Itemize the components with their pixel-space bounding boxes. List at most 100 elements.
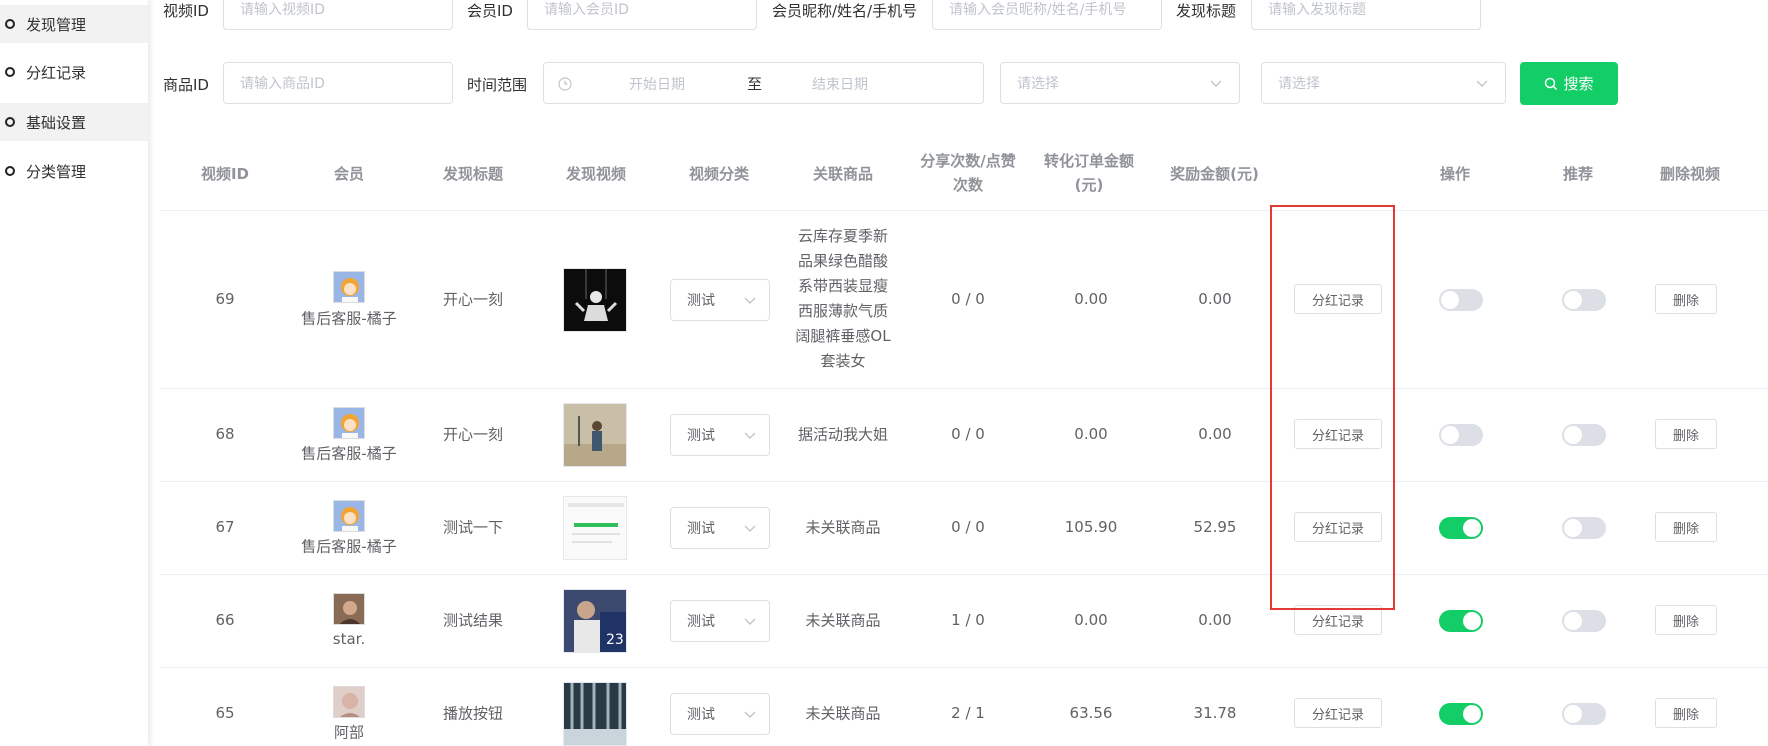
operation-switch[interactable] [1439,424,1483,446]
filter-select-2[interactable]: 请选择 [1261,62,1506,104]
title-input[interactable]: 请输入发现标题 [1251,0,1481,30]
category-select[interactable]: 测试 [670,279,770,321]
switch-knob [1564,426,1582,444]
product-line: 云库存夏季新 [797,227,889,245]
member-id-label: 会员ID [467,2,513,20]
placeholder: 请输入会员ID [544,2,629,18]
dividend-record-button[interactable]: 分红记录 [1294,512,1382,542]
switch-knob [1441,426,1459,444]
cell-video-id: 66 [215,611,235,629]
category-value: 测试 [687,521,715,537]
category-select[interactable]: 测试 [670,600,770,642]
category-select[interactable]: 测试 [670,507,770,549]
chevron-down-icon [744,432,756,439]
placeholder: 请选择 [1017,76,1059,92]
cell-share-like: 2 / 1 [951,704,985,722]
filter-select-1[interactable]: 请选择 [1000,62,1240,104]
category-select[interactable]: 测试 [670,693,770,735]
cell-title: 测试一下 [442,518,504,537]
delete-button[interactable]: 删除 [1655,419,1717,449]
recommend-switch[interactable] [1562,610,1606,632]
sidebar-item-label: 分类管理 [26,162,87,181]
cell-title: 播放按钮 [442,704,504,723]
delete-button[interactable]: 删除 [1655,512,1717,542]
date-separator: 至 [747,75,763,93]
sidebar-item-discovery[interactable]: 发现管理 [0,5,148,43]
cell-product: 未关联商品 [805,517,880,538]
cell-member-name: 售后客服-橘子 [301,444,397,463]
category-select[interactable]: 测试 [670,414,770,456]
row-divider [160,667,1768,668]
category-value: 测试 [687,428,715,444]
header-video: 发现视频 [565,165,626,183]
recommend-switch[interactable] [1562,424,1606,446]
circle-icon [5,166,15,176]
member-name-input[interactable]: 请输入会员昵称/姓名/手机号 [932,0,1162,30]
video-thumbnail[interactable]: 23 [563,589,627,653]
header-delete: 删除视频 [1659,165,1720,183]
recommend-switch[interactable] [1562,517,1606,539]
member-name-label: 会员昵称/姓名/手机号 [772,2,918,20]
row-divider [160,574,1768,575]
video-thumbnail[interactable] [563,403,627,467]
recommend-switch[interactable] [1562,703,1606,725]
cell-video-id: 67 [215,518,235,536]
end-date-input[interactable]: 结束日期 [812,74,868,94]
sidebar-item-categories[interactable]: 分类管理 [0,152,148,190]
delete-button[interactable]: 删除 [1655,284,1717,314]
highlight-box [1270,205,1395,610]
video-thumbnail[interactable] [563,268,627,332]
date-range-picker[interactable]: 开始日期 至 结束日期 [543,62,984,104]
product-id-input[interactable]: 请输入商品ID [223,62,453,104]
cell-title: 开心一刻 [442,290,504,309]
product-line: 未关联商品 [805,611,881,630]
member-id-input[interactable]: 请输入会员ID [527,0,757,30]
placeholder: 请选择 [1278,76,1320,92]
cell-order-amount: 0.00 [1074,290,1108,308]
header-operation: 操作 [1439,165,1470,183]
cell-reward: 31.78 [1193,704,1237,722]
search-button[interactable]: 搜索 [1520,62,1618,105]
delete-button[interactable]: 删除 [1655,698,1717,728]
header-line: 分享次数/点赞 [920,152,1016,170]
switch-knob [1441,291,1459,309]
delete-button[interactable]: 删除 [1655,605,1717,635]
dividend-record-button[interactable]: 分红记录 [1294,698,1382,728]
cell-product: 未关联商品 [805,703,880,724]
sidebar-item-basic-settings[interactable]: 基础设置 [0,103,148,141]
cell-product: 未关联商品 [805,610,880,631]
time-range-label: 时间范围 [467,76,528,94]
product-line: 未关联商品 [805,704,881,723]
product-id-label: 商品ID [163,76,209,94]
cell-reward: 52.95 [1193,518,1237,536]
cell-member-name: 售后客服-橘子 [301,309,397,328]
dividend-record-button[interactable]: 分红记录 [1294,605,1382,635]
cell-order-amount: 0.00 [1074,611,1108,629]
sidebar-item-dividend-records[interactable]: 分红记录 [0,53,148,91]
video-thumbnail[interactable] [563,682,627,746]
cell-share-like: 0 / 0 [951,425,985,443]
recommend-switch[interactable] [1562,289,1606,311]
operation-switch[interactable] [1439,703,1483,725]
start-date-input[interactable]: 开始日期 [629,74,685,94]
category-value: 测试 [687,293,715,309]
video-thumbnail[interactable] [563,496,627,560]
avatar [333,407,365,439]
sidebar: 发现管理 分红记录 基础设置 分类管理 [0,0,148,746]
operation-switch[interactable] [1439,610,1483,632]
chevron-down-icon [1476,80,1488,87]
chevron-down-icon [1210,80,1222,87]
cell-member-name: star. [332,630,366,648]
operation-switch[interactable] [1439,289,1483,311]
product-line: 西服薄款气质 [797,302,889,320]
title-label: 发现标题 [1176,2,1237,20]
video-id-input[interactable]: 请输入视频ID [223,0,453,30]
header-line: (元) [1074,176,1104,194]
header-product: 关联商品 [812,165,873,183]
dividend-record-button[interactable]: 分红记录 [1294,284,1382,314]
header-line: 次数 [952,176,983,194]
cell-product: 云库存夏季新 品果绿色醋酸 系带西装显瘦 西服薄款气质 阔腿裤垂感OL 套装女 [795,224,890,374]
cell-order-amount: 0.00 [1074,425,1108,443]
dividend-record-button[interactable]: 分红记录 [1294,419,1382,449]
operation-switch[interactable] [1439,517,1483,539]
